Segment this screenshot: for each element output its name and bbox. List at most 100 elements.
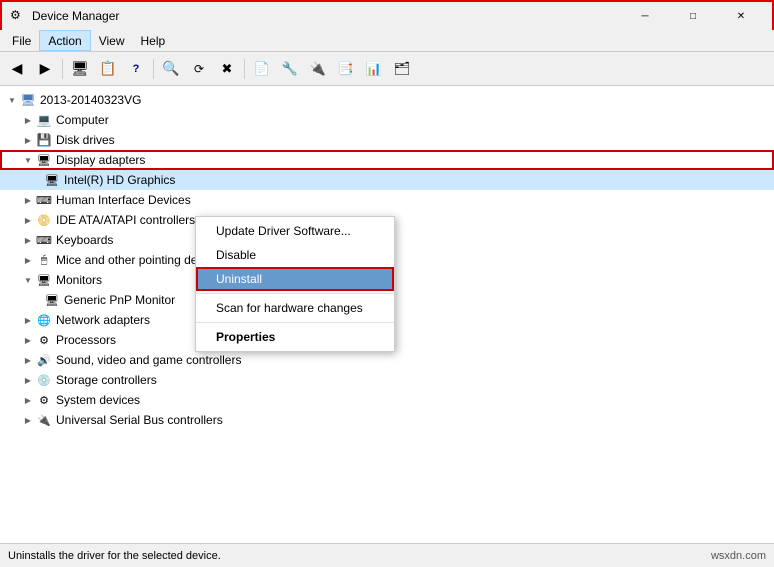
icon-generic-monitor: 🖥 <box>44 292 60 308</box>
icon-display: 🖥 <box>36 152 52 168</box>
icon-processors: ⚙ <box>36 332 52 348</box>
label-disk: Disk drives <box>56 133 115 147</box>
tree-item-hid[interactable]: ▶ ⌨ Human Interface Devices <box>0 190 774 210</box>
expand-ide[interactable]: ▶ <box>20 212 36 228</box>
expand-monitors[interactable]: ▼ <box>20 272 36 288</box>
toolbar-scan[interactable]: 🔍 <box>158 56 184 82</box>
tree-item-storage[interactable]: ▶ 💿 Storage controllers <box>0 370 774 390</box>
expand-storage[interactable]: ▶ <box>20 372 36 388</box>
toolbar-help[interactable]: ? <box>123 56 149 82</box>
close-button[interactable]: ✕ <box>718 1 764 31</box>
toolbar-view3[interactable]: 🗂 <box>389 56 415 82</box>
status-bar: Uninstalls the driver for the selected d… <box>0 543 774 567</box>
toolbar-update[interactable]: ⟳ <box>186 56 212 82</box>
label-computer: Computer <box>56 113 109 127</box>
menu-action[interactable]: Action <box>39 30 90 51</box>
tree-item-display[interactable]: ▼ 🖥 Display adapters <box>0 150 774 170</box>
tree-item-disk[interactable]: ▶ 💾 Disk drives <box>0 130 774 150</box>
window-title: Device Manager <box>32 9 119 23</box>
tree-item-computer[interactable]: ▶ 💻 Computer <box>0 110 774 130</box>
toolbar-connect[interactable]: 🔌 <box>305 56 331 82</box>
icon-hid: ⌨ <box>36 192 52 208</box>
label-display: Display adapters <box>56 153 145 167</box>
expand-root[interactable]: ▼ <box>4 92 20 108</box>
icon-ide: 📀 <box>36 212 52 228</box>
toolbar-resources[interactable]: 🔧 <box>277 56 303 82</box>
expand-hid[interactable]: ▶ <box>20 192 36 208</box>
expand-disk[interactable]: ▶ <box>20 132 36 148</box>
tree-item-root[interactable]: ▼ 🖥 2013-20140323VG <box>0 90 774 110</box>
icon-mice: 🖱 <box>36 252 52 268</box>
ctx-properties[interactable]: Properties <box>196 325 394 349</box>
context-menu: Update Driver Software... Disable Uninst… <box>195 216 395 352</box>
expand-processors[interactable]: ▶ <box>20 332 36 348</box>
label-intel: Intel(R) HD Graphics <box>64 173 175 187</box>
expand-network[interactable]: ▶ <box>20 312 36 328</box>
label-storage: Storage controllers <box>56 373 157 387</box>
toolbar-back[interactable]: ◀ <box>4 56 30 82</box>
toolbar-sep-1 <box>62 59 63 79</box>
expand-keyboards[interactable]: ▶ <box>20 232 36 248</box>
expand-intel <box>36 172 44 188</box>
tree-item-system[interactable]: ▶ ⚙ System devices <box>0 390 774 410</box>
label-processors: Processors <box>56 333 116 347</box>
icon-computer-node: 💻 <box>36 112 52 128</box>
icon-usb: 🔌 <box>36 412 52 428</box>
icon-network: 🌐 <box>36 312 52 328</box>
icon-system: ⚙ <box>36 392 52 408</box>
expand-system[interactable]: ▶ <box>20 392 36 408</box>
menu-view[interactable]: View <box>91 30 133 51</box>
label-root: 2013-20140323VG <box>40 93 141 107</box>
menu-file[interactable]: File <box>4 30 39 51</box>
ctx-uninstall[interactable]: Uninstall <box>196 267 394 291</box>
toolbar-driver[interactable]: 📄 <box>249 56 275 82</box>
app-icon: ⚙ <box>10 8 26 24</box>
label-network: Network adapters <box>56 313 150 327</box>
icon-computer: 🖥 <box>20 92 36 108</box>
label-monitors: Monitors <box>56 273 102 287</box>
device-tree[interactable]: ▼ 🖥 2013-20140323VG ▶ 💻 Computer ▶ 💾 Dis… <box>0 86 774 543</box>
expand-sound[interactable]: ▶ <box>20 352 36 368</box>
icon-monitors: 🖥 <box>36 272 52 288</box>
tree-item-intel[interactable]: 🖥 Intel(R) HD Graphics <box>0 170 774 190</box>
icon-storage: 💿 <box>36 372 52 388</box>
toolbar-view1[interactable]: 📑 <box>333 56 359 82</box>
tree-item-usb[interactable]: ▶ 🔌 Universal Serial Bus controllers <box>0 410 774 430</box>
label-keyboards: Keyboards <box>56 233 113 247</box>
expand-display[interactable]: ▼ <box>20 152 36 168</box>
toolbar: ◀ ▶ 🖥 📋 ? 🔍 ⟳ ✖ 📄 🔧 🔌 📑 📊 🗂 <box>0 52 774 86</box>
expand-usb[interactable]: ▶ <box>20 412 36 428</box>
toolbar-view2[interactable]: 📊 <box>361 56 387 82</box>
ctx-sep-1 <box>196 293 394 294</box>
ctx-scan[interactable]: Scan for hardware changes <box>196 296 394 320</box>
icon-keyboards: ⌨ <box>36 232 52 248</box>
toolbar-sep-2 <box>153 59 154 79</box>
toolbar-properties[interactable]: 📋 <box>95 56 121 82</box>
ctx-disable[interactable]: Disable <box>196 243 394 267</box>
label-usb: Universal Serial Bus controllers <box>56 413 223 427</box>
minimize-button[interactable]: ─ <box>622 1 668 31</box>
label-sound: Sound, video and game controllers <box>56 353 241 367</box>
expand-generic-monitor <box>36 292 44 308</box>
icon-disk: 💾 <box>36 132 52 148</box>
icon-intel: 🖥 <box>44 172 60 188</box>
icon-sound: 🔊 <box>36 352 52 368</box>
ctx-update-driver[interactable]: Update Driver Software... <box>196 219 394 243</box>
status-text: Uninstalls the driver for the selected d… <box>8 550 221 562</box>
tree-item-sound[interactable]: ▶ 🔊 Sound, video and game controllers <box>0 350 774 370</box>
expand-mice[interactable]: ▶ <box>20 252 36 268</box>
main-content: ▼ 🖥 2013-20140323VG ▶ 💻 Computer ▶ 💾 Dis… <box>0 86 774 543</box>
toolbar-sep-3 <box>244 59 245 79</box>
maximize-button[interactable]: □ <box>670 1 716 31</box>
label-hid: Human Interface Devices <box>56 193 191 207</box>
label-ide: IDE ATA/ATAPI controllers <box>56 213 195 227</box>
status-right: wsxdn.com <box>711 550 766 562</box>
ctx-sep-2 <box>196 322 394 323</box>
menu-bar: File Action View Help <box>0 30 774 52</box>
toolbar-computer[interactable]: 🖥 <box>67 56 93 82</box>
menu-help[interactable]: Help <box>133 30 174 51</box>
expand-computer[interactable]: ▶ <box>20 112 36 128</box>
toolbar-forward[interactable]: ▶ <box>32 56 58 82</box>
window-controls: ─ □ ✕ <box>622 1 764 31</box>
toolbar-uninstall[interactable]: ✖ <box>214 56 240 82</box>
